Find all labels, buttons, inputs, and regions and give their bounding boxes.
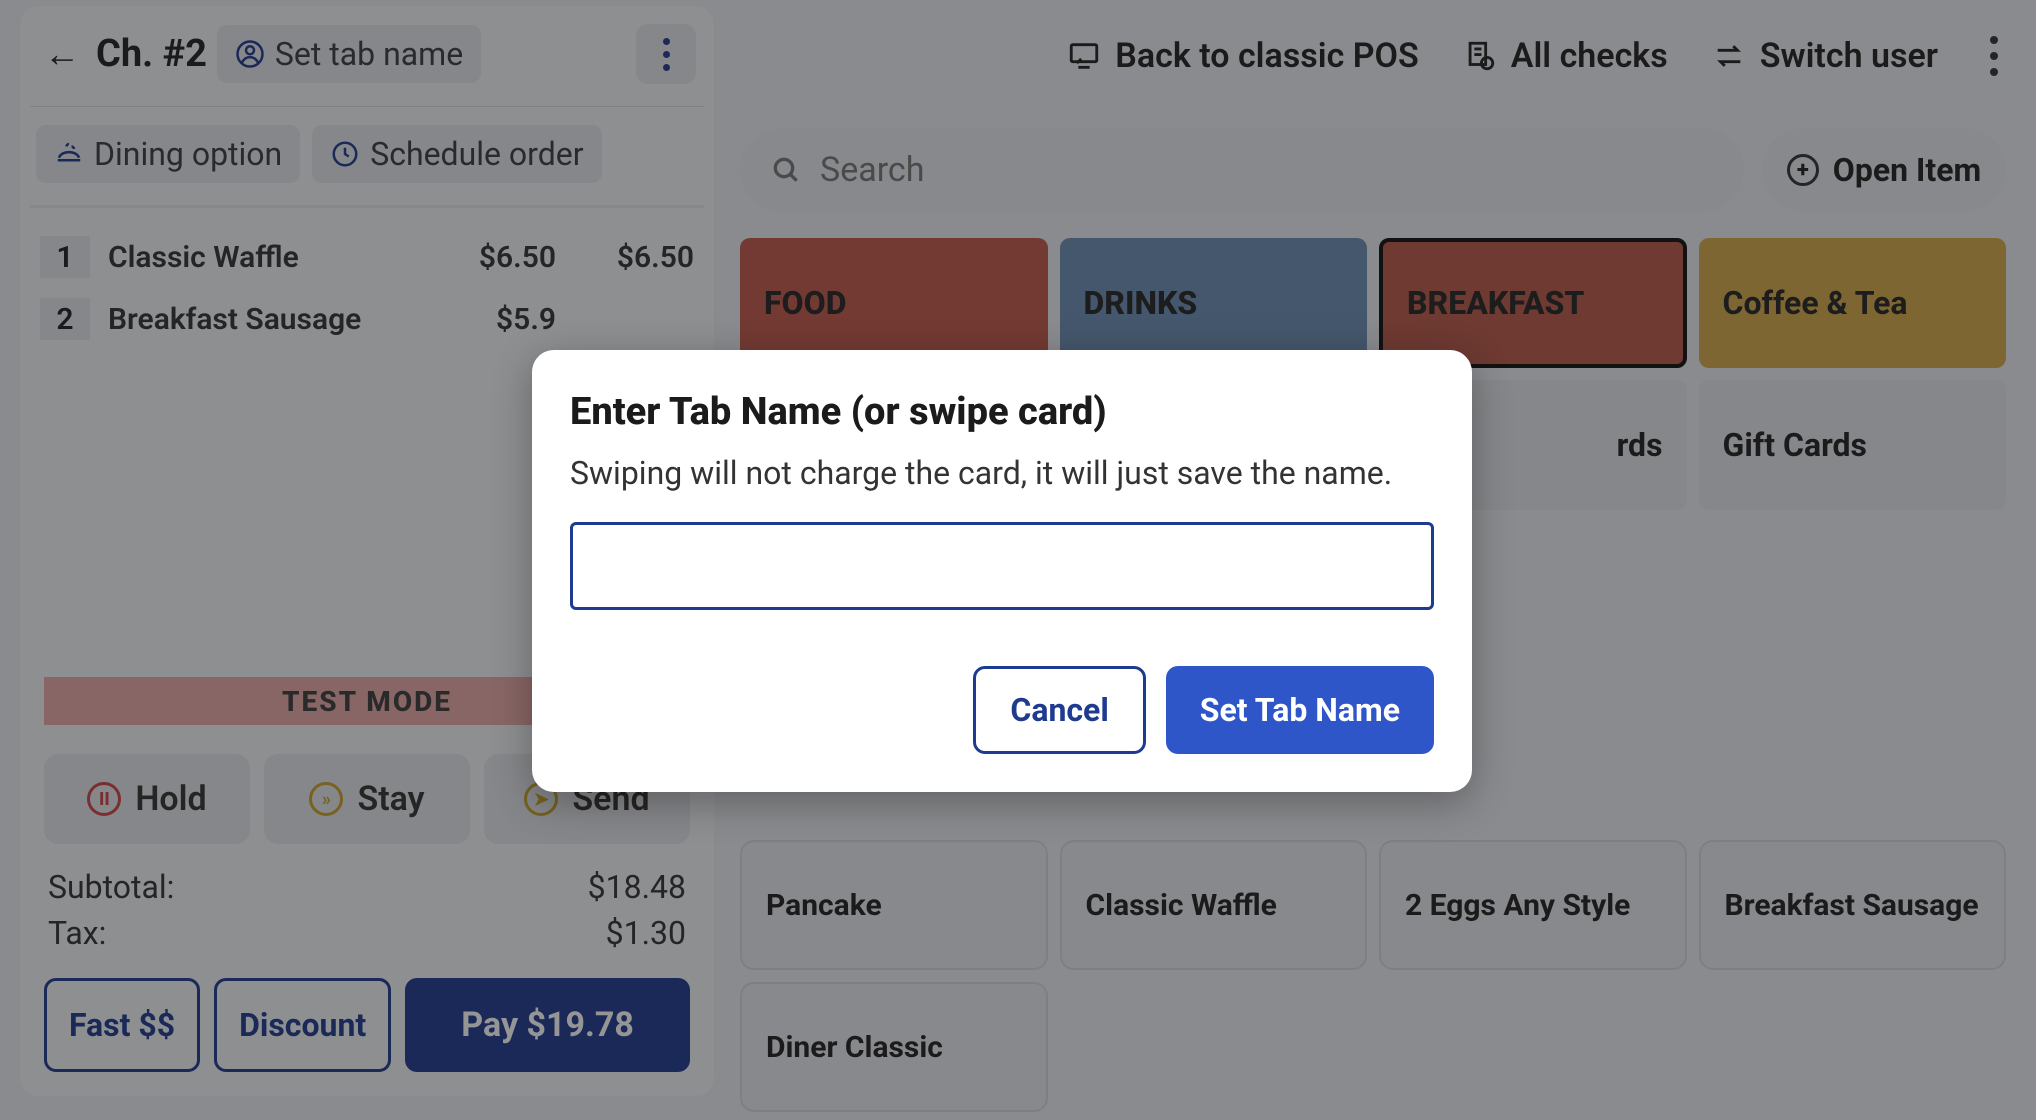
modal-title: Enter Tab Name (or swipe card) (570, 390, 1434, 434)
cancel-button[interactable]: Cancel (973, 666, 1145, 754)
tab-name-input[interactable] (570, 522, 1434, 610)
modal-subtitle: Swiping will not charge the card, it wil… (570, 454, 1434, 492)
set-tab-name-button[interactable]: Set Tab Name (1166, 666, 1434, 754)
tab-name-modal: Enter Tab Name (or swipe card) Swiping w… (532, 350, 1472, 792)
pos-screen: ← Ch. #2 Set tab name Dining option (0, 0, 2036, 1120)
modal-actions: Cancel Set Tab Name (570, 666, 1434, 754)
